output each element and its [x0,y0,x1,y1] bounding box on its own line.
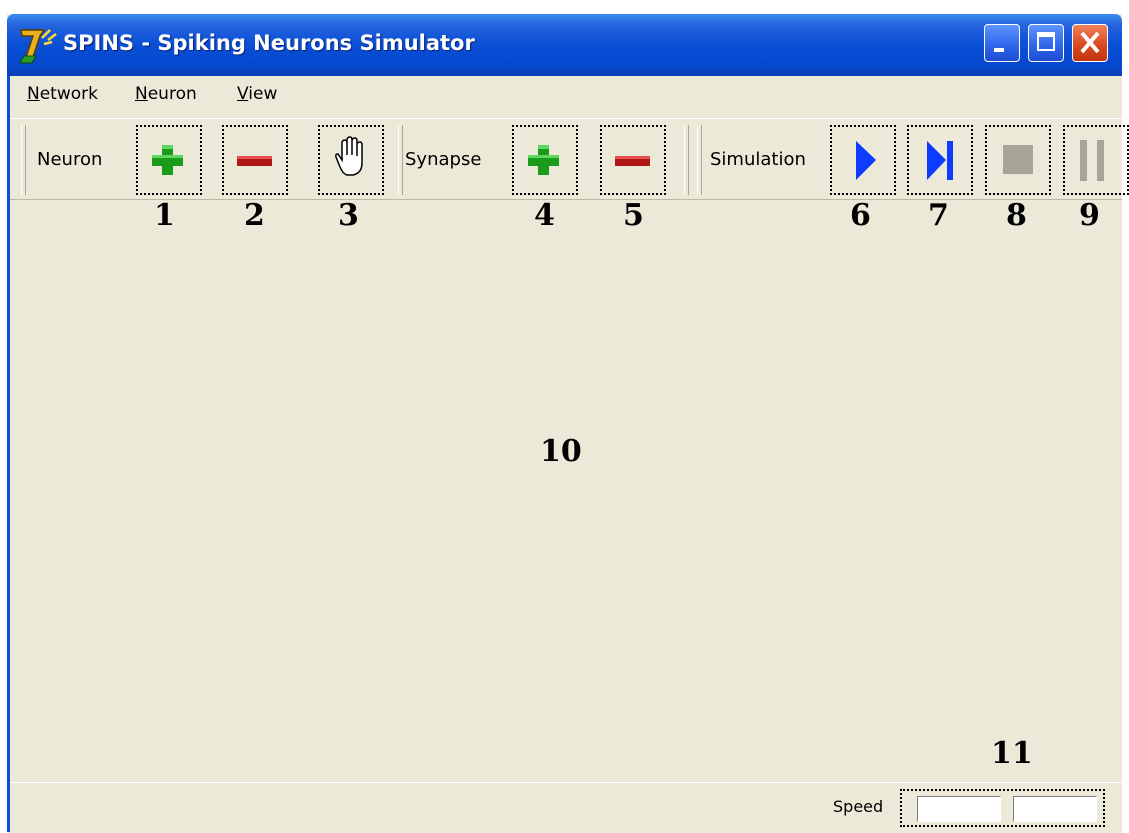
annotation-label: 5 [623,198,644,233]
step-simulation-button[interactable] [907,125,973,195]
pause-simulation-button[interactable] [1063,125,1129,195]
close-button[interactable] [1072,24,1108,62]
toolbar: Neuron Synapse Simulation [7,118,1129,200]
start-simulation-button[interactable] [830,125,896,195]
main-window: SPINS - Spiking Neurons Simulator Networ… [7,14,1129,833]
speed-control[interactable] [900,789,1105,827]
add-neuron-button[interactable] [136,125,202,195]
toolbar-grip[interactable] [21,125,26,195]
simulation-label: Simulation [710,149,806,170]
step-icon [927,141,953,180]
stop-simulation-button[interactable] [985,125,1051,195]
annotation-label: 2 [244,198,265,233]
speed-label: Speed [833,797,884,816]
maximize-button[interactable] [1028,24,1064,62]
plus-icon [152,145,183,175]
minimize-button[interactable] [984,24,1020,62]
menu-network[interactable]: Network [27,84,98,104]
play-icon [856,141,876,180]
window-title: SPINS - Spiking Neurons Simulator [63,31,475,55]
app-icon [19,29,57,64]
toolbar-grip[interactable] [684,125,689,195]
hand-icon [335,136,363,176]
neuron-label: Neuron [37,149,103,170]
speed-field[interactable] [917,796,1001,822]
annotation-label: 8 [1006,198,1027,233]
synapse-label: Synapse [405,149,482,170]
title-bar[interactable]: SPINS - Spiking Neurons Simulator [7,14,1122,76]
close-icon [1080,31,1100,54]
menu-view[interactable]: View [237,84,277,104]
annotation-label: 10 [540,434,582,469]
add-synapse-button[interactable] [512,125,578,195]
toolbar-grip[interactable] [697,125,702,195]
annotation-label: 11 [991,736,1033,771]
status-bar: Speed [7,782,1122,833]
remove-neuron-button[interactable] [222,125,288,195]
menu-neuron[interactable]: Neuron [135,84,197,104]
annotation-label: 9 [1079,198,1100,233]
pause-icon [1080,140,1104,181]
maximize-icon [1037,32,1055,51]
annotation-label: 3 [338,198,359,233]
stop-icon [1003,145,1033,174]
annotation-label: 7 [928,198,949,233]
annotation-label: 4 [534,198,555,233]
remove-synapse-button[interactable] [600,125,666,195]
network-canvas[interactable] [7,200,1122,780]
speed-field[interactable] [1013,796,1097,822]
minimize-icon [994,48,1004,52]
annotation-label: 6 [850,198,871,233]
menu-bar: Network Neuron View [7,76,1122,118]
annotation-label: 1 [154,198,175,233]
toolbar-grip[interactable] [398,125,403,195]
minus-icon [237,156,272,166]
move-neuron-button[interactable] [318,125,384,195]
plus-icon [528,145,559,175]
minus-icon [615,156,650,166]
